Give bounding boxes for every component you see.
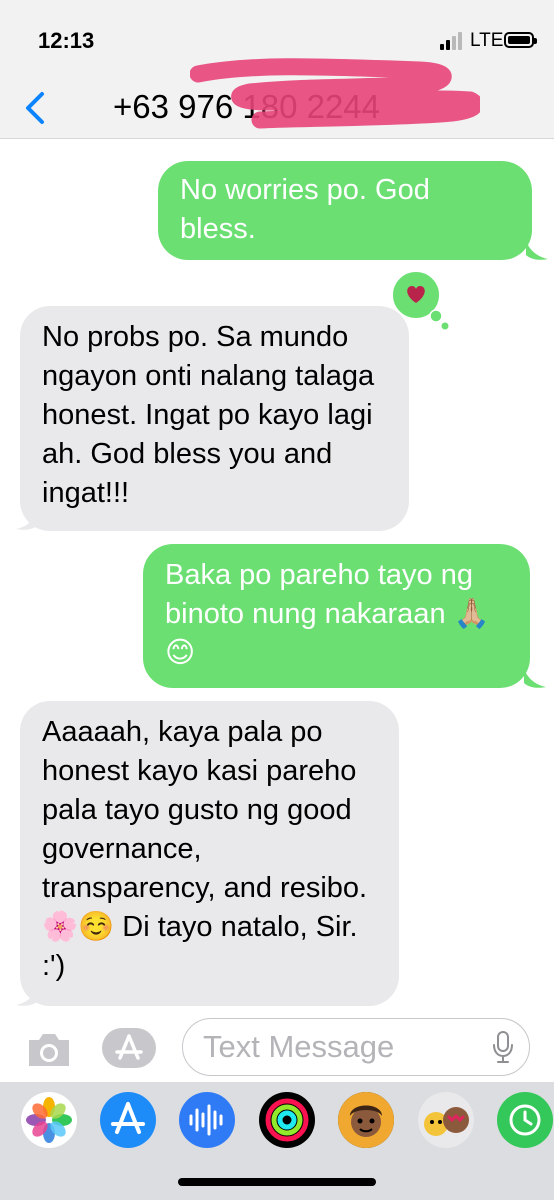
message-bubble-outgoing[interactable]: Baka po pareho tayo ng binoto nung nakar… xyxy=(143,544,530,688)
activity-app-icon[interactable] xyxy=(259,1092,315,1148)
message-text: No worries po. God bless. xyxy=(180,174,430,245)
composer-bar xyxy=(0,1014,554,1082)
app-store-apps-icon[interactable] xyxy=(100,1028,158,1068)
app-store-icon[interactable] xyxy=(100,1092,156,1148)
bubble-tail xyxy=(526,241,548,260)
signal-icon xyxy=(440,32,462,50)
bubble-tail xyxy=(16,987,38,1006)
photos-app-icon[interactable] xyxy=(21,1092,77,1148)
redaction-scribble xyxy=(190,58,480,129)
bubble-tail xyxy=(16,511,38,530)
status-time: 12:13 xyxy=(38,28,95,53)
message-field[interactable] xyxy=(182,1018,530,1076)
microphone-icon[interactable] xyxy=(491,1030,515,1064)
message-bubble-incoming[interactable]: No probs po. Sa mundo ngayon onti nalang… xyxy=(20,306,409,531)
digital-touch-icon[interactable] xyxy=(497,1092,553,1148)
memoji-app-icon[interactable] xyxy=(338,1092,394,1148)
heart-reaction-icon[interactable] xyxy=(391,270,453,332)
memoji-stickers-icon[interactable] xyxy=(418,1092,474,1148)
home-indicator[interactable] xyxy=(178,1178,376,1186)
bubble-tail xyxy=(524,669,546,688)
camera-icon[interactable] xyxy=(25,1030,73,1070)
message-text: Baka po pareho tayo ng binoto nung nakar… xyxy=(165,559,490,669)
message-thread: No worries po. God bless. No probs po. S… xyxy=(0,139,554,1014)
back-chevron-icon[interactable] xyxy=(22,90,48,126)
message-bubble-incoming[interactable]: Aaaaah, kaya pala po honest kayo kasi pa… xyxy=(20,701,399,1006)
message-text: No probs po. Sa mundo ngayon onti nalang… xyxy=(42,321,375,509)
message-input[interactable] xyxy=(201,1027,475,1067)
message-text: Aaaaah, kaya pala po honest kayo kasi pa… xyxy=(42,716,368,982)
message-bubble-outgoing[interactable]: No worries po. God bless. xyxy=(158,161,532,260)
audio-message-icon[interactable] xyxy=(179,1092,235,1148)
battery-icon xyxy=(504,32,537,48)
network-label: LTE xyxy=(470,30,504,51)
